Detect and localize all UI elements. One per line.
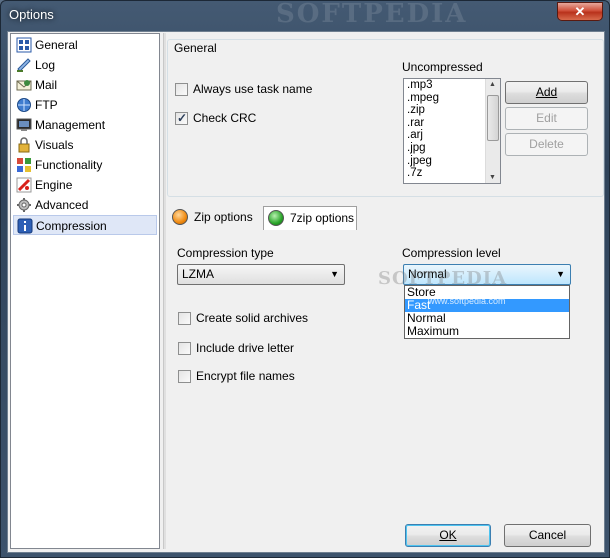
sidebar-item-label: Functionality [35,158,103,172]
scroll-up-icon[interactable]: ▲ [489,81,496,88]
tab-7zip-options[interactable]: 7zip options [263,206,357,230]
compression-level-dropdown: Store Fast Normal Maximum [404,285,570,339]
compression-type-value: LZMA [182,267,215,281]
delete-button-label: Delete [529,137,564,151]
checkbox-box [175,83,188,96]
title-watermark: SOFTPEDIA [276,0,468,29]
engine-icon [16,177,32,193]
log-icon [17,58,31,72]
include-drive-letter-checkbox[interactable]: Include drive letter [178,341,294,357]
title-bar[interactable]: Options SOFTPEDIA ✕ [1,0,609,29]
functionality-icon [17,158,31,172]
dialog-client: General Log Mail FTP Management Visuals [7,31,605,553]
create-solid-archives-checkbox[interactable]: Create solid archives [178,311,308,327]
sidebar-item-label: Log [35,58,56,72]
mail-icon [16,80,32,91]
edit-button-label: Edit [536,111,557,125]
sidebar-item-label: FTP [35,98,58,112]
orange-dot-icon [172,209,188,225]
sidebar-item-log[interactable]: Log [13,55,157,75]
checkmark-icon: ✓ [177,111,188,125]
window-title: Options [9,7,54,22]
sidebar-item-label: Compression [36,219,107,233]
sidebar-item-ftp[interactable]: FTP [13,95,157,115]
sidebar-item-compression[interactable]: Compression [13,215,157,235]
general-icon [16,37,32,53]
compression-type-select[interactable]: LZMA ▼ [177,264,345,285]
sidebar-item-mail[interactable]: Mail [13,75,157,95]
edit-button[interactable]: Edit [505,107,588,130]
uncompressed-list[interactable]: .mp3 .mpeg .zip .rar .arj .jpg .jpeg .7z… [403,78,501,184]
compression-type-label: Compression type [177,246,274,260]
dropdown-option-maximum[interactable]: Maximum [405,325,569,338]
sidebar-item-label: Visuals [35,138,74,152]
sidebar-item-engine[interactable]: Engine [13,175,157,195]
scroll-down-icon[interactable]: ▼ [489,174,496,181]
sidebar-item-visuals[interactable]: Visuals [13,135,157,155]
add-button-label: Add [535,85,558,99]
sidebar-item-general[interactable]: General [13,35,157,55]
compression-level-label: Compression level [402,246,501,260]
options-sidebar: General Log Mail FTP Management Visuals [10,33,160,549]
tab-label: Zip options [194,210,253,224]
checkbox-label: Always use task name [193,82,313,96]
visuals-icon [18,137,30,153]
checkbox-label: Check CRC [193,111,257,125]
sidebar-item-label: Mail [35,78,58,92]
always-use-task-name-checkbox[interactable]: Always use task name [175,82,312,98]
add-button[interactable]: Add [505,81,588,104]
ok-button[interactable]: OK [405,524,491,547]
encrypt-file-names-checkbox[interactable]: Encrypt file names [178,369,295,385]
checkbox-box [178,342,191,355]
delete-button[interactable]: Delete [505,133,588,156]
panel-separator [163,33,166,549]
sidebar-item-label: Management [35,118,106,132]
sidebar-item-management[interactable]: Management [13,115,157,135]
advanced-icon [17,198,31,212]
list-scrollbar[interactable]: ▲ ▼ [485,79,500,183]
cancel-button-label: Cancel [528,528,567,542]
chevron-down-icon: ▼ [330,269,339,279]
checkbox-box: ✓ [175,111,188,125]
tab-zip-options[interactable]: Zip options [168,206,254,230]
ok-button-label: OK [439,528,457,542]
sidebar-item-label: Advanced [35,198,89,212]
scroll-thumb[interactable] [487,95,499,141]
softpedia-watermark-url: www.softpedia.com [428,296,506,306]
management-icon [16,118,32,131]
ftp-icon [17,98,31,112]
checkbox-box [178,312,191,325]
softpedia-watermark: SOFTPEDIA [378,268,508,289]
compression-icon [17,218,33,234]
sidebar-item-advanced[interactable]: Advanced [13,195,157,215]
close-button[interactable]: ✕ [557,2,603,21]
sidebar-item-label: Engine [35,178,73,192]
close-icon: ✕ [574,4,586,19]
check-crc-checkbox[interactable]: ✓ Check CRC [175,111,256,127]
uncompressed-label: Uncompressed [402,60,483,74]
checkbox-label: Encrypt file names [196,369,295,383]
options-window: Options SOFTPEDIA ✕ General Log Mail FTP [0,0,610,558]
checkbox-box [178,370,191,383]
tab-label: 7zip options [290,211,355,225]
green-dot-icon [268,210,284,226]
chevron-down-icon: ▼ [556,269,565,279]
sidebar-item-functionality[interactable]: Functionality [13,155,157,175]
checkbox-label: Create solid archives [196,311,309,325]
checkbox-label: Include drive letter [196,341,295,355]
cancel-button[interactable]: Cancel [504,524,591,547]
sidebar-item-label: General [35,38,78,52]
general-group-title: General [172,41,219,55]
